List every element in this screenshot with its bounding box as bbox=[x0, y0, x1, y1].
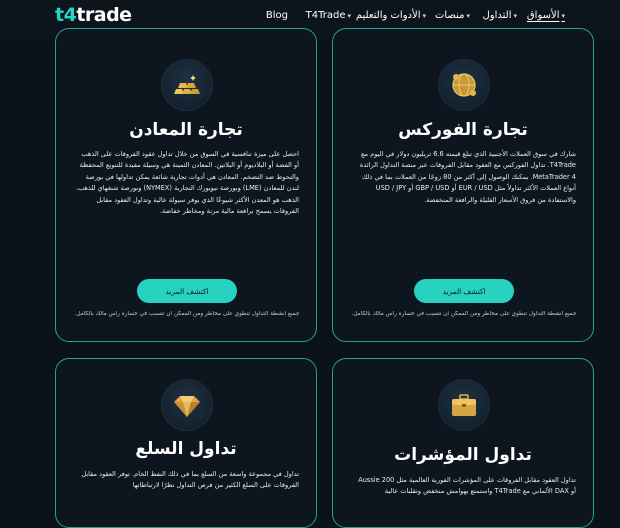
metals-card-description: احصل على ميزة تنافسية في السوق من خلال ت… bbox=[75, 150, 299, 216]
nav-item-t4trade-label: T4Trade bbox=[305, 10, 346, 21]
indices-card-description: تداول العقود مقابل الفروقات على المؤشرات… bbox=[358, 476, 576, 496]
commodities-card: تداول السلع تداول في مجموعة واسعة من الس… bbox=[55, 358, 317, 528]
nav-item-tools-label: الأدوات والتعليم bbox=[355, 10, 421, 21]
forex-risk-warning: جميع أنشطة التداول تنطوي على مخاطر ومن ا… bbox=[351, 311, 577, 317]
forex-card-title: تجارة الفوركس bbox=[398, 120, 528, 140]
metals-risk-warning: جميع أنشطة التداول تنطوي على مخاطر ومن ا… bbox=[74, 311, 300, 317]
chevron-down-icon: ▾ bbox=[466, 12, 470, 20]
forex-discover-more-button[interactable]: اكتشف المزيد bbox=[414, 279, 514, 303]
nav-item-markets-label: الأسواق bbox=[526, 10, 560, 21]
nav-item-trading[interactable]: التداول ▾ bbox=[483, 10, 517, 21]
forex-card-description: شارك في سوق العملات الأجنبية الذي تبلغ ق… bbox=[359, 150, 576, 204]
metals-card: تجارة المعادن احصل على ميزة تنافسية في ا… bbox=[55, 28, 317, 342]
metals-card-title: تجارة المعادن bbox=[129, 120, 243, 140]
chevron-down-icon: ▾ bbox=[561, 12, 565, 20]
t4trade-logo[interactable]: t4trade bbox=[55, 4, 132, 26]
briefcase-icon bbox=[438, 379, 490, 431]
diamond-icon bbox=[161, 379, 213, 431]
indices-card-title: تداول المؤشرات bbox=[394, 445, 532, 465]
nav-item-t4trade[interactable]: T4Trade ▾ bbox=[306, 10, 351, 21]
forex-card: تجارة الفوركس شارك في سوق العملات الأجنب… bbox=[332, 28, 594, 342]
metals-discover-more-button[interactable]: اكتشف المزيد bbox=[137, 279, 237, 303]
logo-prefix: t4 bbox=[55, 4, 77, 26]
chevron-down-icon: ▾ bbox=[347, 12, 351, 20]
chevron-down-icon: ▾ bbox=[422, 12, 426, 20]
gold-bars-icon bbox=[161, 59, 213, 111]
commodities-card-description: تداول في مجموعة واسعة من السلع بما في ذل… bbox=[81, 470, 299, 490]
nav-item-trading-label: التداول bbox=[482, 10, 512, 21]
nav-item-tools-education[interactable]: الأدوات والتعليم ▾ bbox=[356, 10, 426, 21]
nav-item-markets[interactable]: الأسواق ▾ bbox=[527, 10, 565, 21]
commodities-card-title: تداول السلع bbox=[135, 439, 237, 459]
indices-card: تداول المؤشرات تداول العقود مقابل الفروق… bbox=[332, 358, 594, 528]
globe-coins-icon bbox=[438, 59, 490, 111]
nav-item-platforms-label: منصات bbox=[434, 10, 465, 21]
logo-suffix: trade bbox=[76, 4, 132, 26]
nav-item-platforms[interactable]: منصات ▾ bbox=[435, 10, 470, 21]
nav-item-blog[interactable]: Blog bbox=[266, 10, 288, 21]
nav-item-blog-label: Blog bbox=[265, 10, 288, 21]
chevron-down-icon: ▾ bbox=[513, 12, 517, 20]
